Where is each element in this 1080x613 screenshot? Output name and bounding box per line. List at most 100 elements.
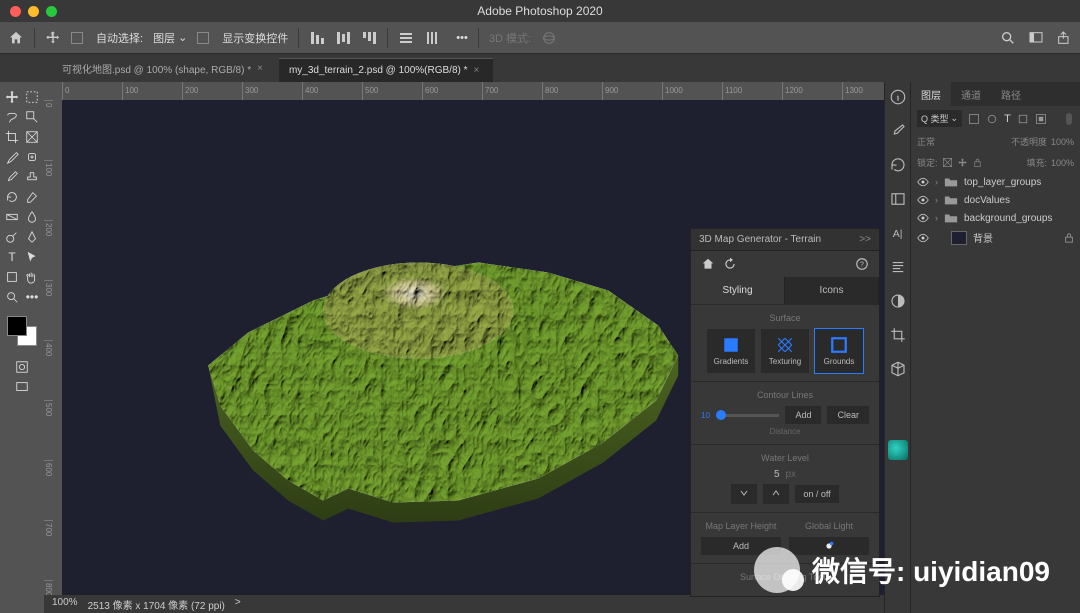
channels-tab[interactable]: 通道 (951, 82, 991, 106)
edit-toolbar[interactable]: ••• (23, 288, 41, 306)
zoom-level[interactable]: 100% (52, 597, 78, 611)
search-icon[interactable] (1000, 30, 1016, 46)
filter-type-icon[interactable]: T (1004, 113, 1011, 125)
character-panel-icon[interactable]: A| (889, 224, 907, 242)
brush-panel-icon[interactable] (889, 122, 907, 140)
zoom-tool[interactable] (3, 288, 21, 306)
align-icon[interactable] (309, 30, 325, 46)
distribute-icon-2[interactable] (424, 30, 440, 46)
horizontal-ruler[interactable]: 0100200300400500600700800900100011001200… (44, 82, 884, 100)
icons-tab[interactable]: Icons (785, 277, 879, 304)
maximize-window[interactable] (46, 6, 57, 17)
filter-image-icon[interactable] (968, 113, 980, 125)
history-brush-tool[interactable] (3, 188, 21, 206)
chevron-right-icon[interactable]: › (935, 177, 938, 187)
paragraph-panel-icon[interactable] (889, 258, 907, 276)
statusbar-more-icon[interactable]: > (235, 597, 241, 611)
paths-tab[interactable]: 路径 (991, 82, 1031, 106)
type-tool[interactable]: T (3, 248, 21, 266)
water-onoff-button[interactable]: on / off (795, 485, 838, 503)
hand-tool[interactable] (23, 268, 41, 286)
plugin-home-icon[interactable] (701, 257, 715, 271)
layer-dropdown[interactable]: 图层 ⌄ (153, 30, 187, 46)
fill-value[interactable]: 100% (1051, 158, 1074, 168)
plugin-shortcut-icon[interactable] (888, 440, 908, 460)
align-icon-2[interactable] (335, 30, 351, 46)
visibility-icon[interactable] (917, 232, 929, 244)
selection-tool[interactable] (23, 108, 41, 126)
lock-position-icon[interactable] (957, 157, 968, 168)
collapse-icon[interactable]: >> (859, 234, 871, 245)
eyedropper-tool[interactable] (3, 148, 21, 166)
close-window[interactable] (10, 6, 21, 17)
chevron-right-icon[interactable]: › (935, 195, 938, 205)
contour-clear-button[interactable]: Clear (827, 406, 869, 424)
3d-panel-icon[interactable] (889, 360, 907, 378)
gradient-tool[interactable] (3, 208, 21, 226)
chevron-right-icon[interactable]: › (935, 213, 938, 223)
layer-row[interactable]: 背景 (911, 227, 1080, 248)
adjustments-panel-icon[interactable] (889, 292, 907, 310)
visibility-icon[interactable] (917, 176, 929, 188)
history-panel-icon[interactable] (889, 156, 907, 174)
marquee-tool[interactable] (23, 88, 41, 106)
document-tab[interactable]: 可视化地图.psd @ 100% (shape, RGB/8) *× (52, 55, 277, 82)
healing-tool[interactable] (23, 148, 41, 166)
styling-tab[interactable]: Styling (691, 277, 785, 304)
eraser-tool[interactable] (23, 188, 41, 206)
crop-panel-icon[interactable] (889, 326, 907, 344)
dodge-tool[interactable] (3, 228, 21, 246)
opacity-value[interactable]: 100% (1051, 137, 1074, 147)
layers-tab[interactable]: 图层 (911, 82, 951, 106)
vertical-ruler[interactable]: 0100200300400500600700800 (44, 100, 62, 595)
visibility-icon[interactable] (917, 194, 929, 206)
plugin-header[interactable]: 3D Map Generator - Terrain >> (691, 229, 879, 251)
layer-filter-dropdown[interactable]: Q 类型 ⌄ (917, 110, 962, 127)
move-tool[interactable] (3, 88, 21, 106)
quickmask-tool[interactable] (13, 358, 31, 376)
minimize-window[interactable] (28, 6, 39, 17)
layer-row[interactable]: ›top_layer_groups (911, 173, 1080, 191)
layer-row[interactable]: ›docValues (911, 191, 1080, 209)
lock-all-icon[interactable] (972, 157, 983, 168)
brush-tool[interactable] (3, 168, 21, 186)
close-tab-icon[interactable]: × (474, 65, 480, 76)
distribute-icon[interactable] (398, 30, 414, 46)
shape-tool[interactable] (3, 268, 21, 286)
workspace-icon[interactable] (1028, 30, 1044, 46)
foreground-color[interactable] (7, 316, 27, 336)
libraries-icon[interactable] (889, 190, 907, 208)
filter-shape-icon[interactable] (1017, 113, 1029, 125)
lasso-tool[interactable] (3, 108, 21, 126)
lock-pixels-icon[interactable] (942, 157, 953, 168)
close-tab-icon[interactable]: × (257, 63, 263, 74)
pen-tool[interactable] (23, 228, 41, 246)
texturing-button[interactable]: Texturing (761, 329, 809, 373)
crop-tool[interactable] (3, 128, 21, 146)
water-down-button[interactable] (731, 484, 757, 504)
path-select-tool[interactable] (23, 248, 41, 266)
info-icon[interactable] (889, 88, 907, 106)
stamp-tool[interactable] (23, 168, 41, 186)
color-swatches[interactable] (7, 316, 37, 346)
document-tab-active[interactable]: my_3d_terrain_2.psd @ 100%(RGB/8) *× (279, 58, 493, 82)
water-up-button[interactable] (763, 484, 789, 504)
auto-select-checkbox[interactable] (71, 32, 83, 44)
contour-add-button[interactable]: Add (785, 406, 821, 424)
frame-tool[interactable] (23, 128, 41, 146)
home-icon[interactable] (8, 30, 24, 46)
contour-slider[interactable] (716, 414, 780, 417)
layer-row[interactable]: ›background_groups (911, 209, 1080, 227)
visibility-icon[interactable] (917, 212, 929, 224)
share-icon[interactable] (1056, 30, 1072, 46)
help-icon[interactable]: ? (855, 257, 869, 271)
gradients-button[interactable]: Gradients (707, 329, 755, 373)
filter-adjust-icon[interactable] (986, 113, 998, 125)
screenmode-tool[interactable] (13, 378, 31, 396)
blur-tool[interactable] (23, 208, 41, 226)
plugin-refresh-icon[interactable] (723, 257, 737, 271)
align-icon-3[interactable] (361, 30, 377, 46)
filter-toggle-icon[interactable] (1064, 112, 1074, 126)
grounds-button[interactable]: Grounds (815, 329, 863, 373)
show-transform-checkbox[interactable] (197, 32, 209, 44)
